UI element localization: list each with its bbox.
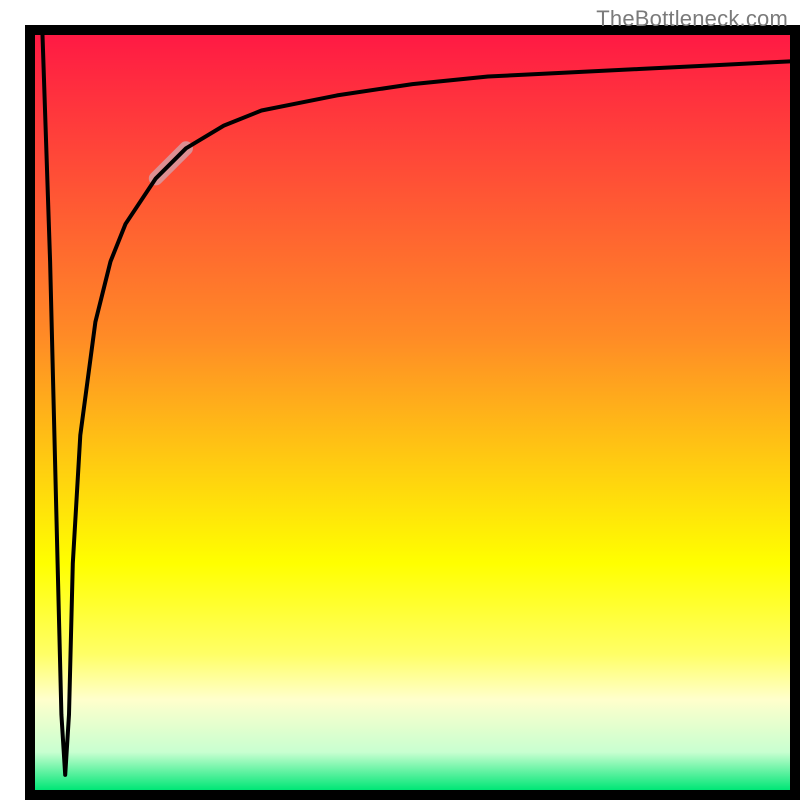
watermark-text: TheBottleneck.com [596,6,788,32]
chart-container: TheBottleneck.com [0,0,800,800]
chart-background [35,35,790,790]
bottleneck-chart [0,0,800,800]
